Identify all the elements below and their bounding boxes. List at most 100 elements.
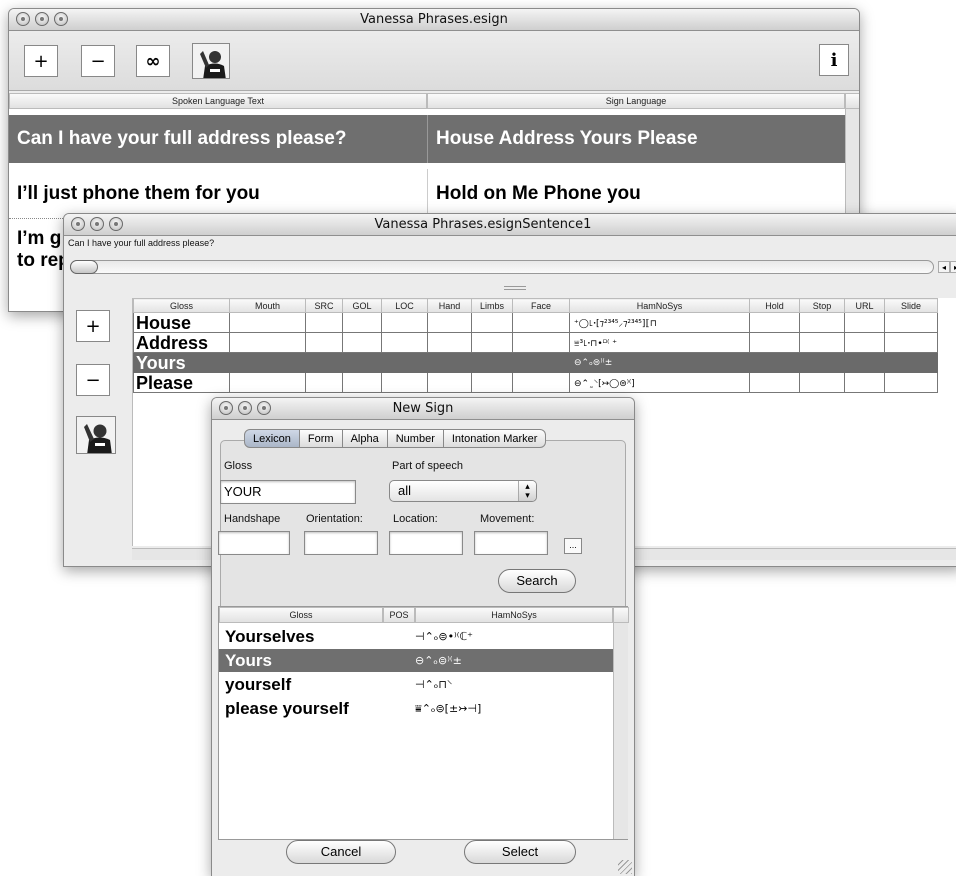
src-cell[interactable] <box>305 372 343 393</box>
hand-cell[interactable] <box>427 312 472 333</box>
stop-cell[interactable] <box>799 372 845 393</box>
main-window-titlebar[interactable]: Vanessa Phrases.esign <box>9 9 859 31</box>
slide-cell[interactable] <box>884 352 938 373</box>
more-options-button[interactable]: ... <box>564 538 582 554</box>
src-cell[interactable] <box>305 312 343 333</box>
new-sign-titlebar[interactable]: New Sign <box>212 398 634 420</box>
zoom-window-button[interactable] <box>54 12 68 26</box>
col-gloss[interactable]: Gloss <box>133 298 230 313</box>
col-slide[interactable]: Slide <box>884 298 938 313</box>
remove-sign-button[interactable]: − <box>76 364 110 396</box>
sign-language-column-header[interactable]: Sign Language <box>427 93 845 109</box>
slide-cell[interactable] <box>884 312 938 333</box>
url-cell[interactable] <box>844 352 885 373</box>
results-pos-header[interactable]: POS <box>383 607 415 623</box>
mouth-cell[interactable] <box>229 312 306 333</box>
gol-cell[interactable] <box>342 312 382 333</box>
gol-cell[interactable] <box>342 352 382 373</box>
url-cell[interactable] <box>844 312 885 333</box>
gloss-row[interactable]: Address ⩸³꜖ꞏ⊓•⸋⁽ ⁺ <box>133 332 938 353</box>
mouth-cell[interactable] <box>229 332 306 353</box>
hold-cell[interactable] <box>749 312 800 333</box>
minimize-window-button[interactable] <box>35 12 49 26</box>
sentence-avatar-button[interactable] <box>76 416 116 454</box>
spoken-text-column-header[interactable]: Spoken Language Text <box>9 93 427 109</box>
minimize-window-button[interactable] <box>90 217 104 231</box>
cancel-button[interactable]: Cancel <box>286 840 396 864</box>
tab-intonation-marker[interactable]: Intonation Marker <box>443 429 547 448</box>
col-stop[interactable]: Stop <box>799 298 845 313</box>
col-gol[interactable]: GOL <box>342 298 382 313</box>
hamnosys-cell[interactable]: ⊖⌃ₒ⊜⁾⁽± <box>569 352 750 373</box>
limbs-cell[interactable] <box>471 332 513 353</box>
gloss-cell[interactable]: House <box>133 312 230 333</box>
loc-cell[interactable] <box>381 372 428 393</box>
sentence-window-titlebar[interactable]: Vanessa Phrases.esignSentence1 <box>64 214 956 236</box>
tab-lexicon[interactable]: Lexicon <box>244 429 300 448</box>
add-sign-button[interactable]: + <box>76 310 110 342</box>
result-item[interactable]: Yourselves ⊣⌃ₒ⊜•⁾⁽ℂ⁺ <box>219 625 613 648</box>
handshape-field[interactable] <box>218 531 290 555</box>
hand-cell[interactable] <box>427 332 472 353</box>
zoom-window-button[interactable] <box>109 217 123 231</box>
gloss-cell[interactable]: Yours <box>133 352 230 373</box>
hold-cell[interactable] <box>749 372 800 393</box>
url-cell[interactable] <box>844 332 885 353</box>
add-phrase-button[interactable]: + <box>24 45 58 77</box>
hold-cell[interactable] <box>749 332 800 353</box>
zoom-window-button[interactable] <box>257 401 271 415</box>
info-button[interactable]: i <box>819 44 849 76</box>
col-url[interactable]: URL <box>844 298 885 313</box>
result-item[interactable]: please yourself ⩸⌃ₒ⊜[±↣⊣] <box>219 697 613 720</box>
results-gloss-header[interactable]: Gloss <box>219 607 383 623</box>
remove-phrase-button[interactable]: − <box>81 45 115 77</box>
stop-cell[interactable] <box>799 312 845 333</box>
gol-cell[interactable] <box>342 332 382 353</box>
face-cell[interactable] <box>512 332 570 353</box>
timeline-scroll-right-arrow[interactable]: ▸ <box>950 261 956 273</box>
mouth-cell[interactable] <box>229 352 306 373</box>
part-of-speech-select[interactable]: all ▴ ▾ <box>389 480 537 502</box>
loop-button[interactable]: ∞ <box>136 45 170 77</box>
phrase-row-spoken[interactable]: I’ll just phone them for you <box>9 169 427 219</box>
avatar-button[interactable] <box>192 43 230 79</box>
stop-cell[interactable] <box>799 332 845 353</box>
phrase-row-spoken-continued[interactable]: to rep <box>9 249 70 273</box>
result-item-selected[interactable]: Yours ⊖⌃ₒ⊜⁾⁽± <box>219 649 613 672</box>
tab-form[interactable]: Form <box>299 429 343 448</box>
split-pane-handle[interactable] <box>504 286 526 290</box>
close-window-button[interactable] <box>16 12 30 26</box>
src-cell[interactable] <box>305 332 343 353</box>
phrase-row-sign[interactable]: Hold on Me Phone you <box>427 169 845 219</box>
resize-grip-icon[interactable] <box>618 860 632 874</box>
gol-cell[interactable] <box>342 372 382 393</box>
limbs-cell[interactable] <box>471 352 513 373</box>
tab-alpha[interactable]: Alpha <box>342 429 388 448</box>
select-button[interactable]: Select <box>464 840 576 864</box>
hamnosys-cell[interactable]: ⊖⌃˷⸌[↣◯⊜⁾⁽] <box>569 372 750 393</box>
col-loc[interactable]: LOC <box>381 298 428 313</box>
result-item[interactable]: yourself ⊣⌃ₒ⊓⸌ <box>219 673 613 696</box>
tab-number[interactable]: Number <box>387 429 444 448</box>
col-hamnosys[interactable]: HamNoSys <box>569 298 750 313</box>
loc-cell[interactable] <box>381 332 428 353</box>
col-mouth[interactable]: Mouth <box>229 298 306 313</box>
col-hold[interactable]: Hold <box>749 298 800 313</box>
gloss-row[interactable]: House ⁺◯꜖ꞏ[⁊²³⁴⁵⸝⁊²³⁴⁵]⟦⊓ <box>133 312 938 333</box>
mouth-cell[interactable] <box>229 372 306 393</box>
col-limbs[interactable]: Limbs <box>471 298 513 313</box>
url-cell[interactable] <box>844 372 885 393</box>
limbs-cell[interactable] <box>471 312 513 333</box>
gloss-input[interactable]: YOUR <box>220 480 356 504</box>
col-src[interactable]: SRC <box>305 298 343 313</box>
gloss-row-selected[interactable]: Yours ⊖⌃ₒ⊜⁾⁽± <box>133 352 938 373</box>
slide-cell[interactable] <box>884 332 938 353</box>
gloss-cell[interactable]: Please <box>133 372 230 393</box>
timeline-slider-thumb[interactable] <box>70 260 98 274</box>
stop-cell[interactable] <box>799 352 845 373</box>
phrase-row-spoken[interactable]: I’m g <box>9 227 61 251</box>
face-cell[interactable] <box>512 372 570 393</box>
hold-cell[interactable] <box>749 352 800 373</box>
loc-cell[interactable] <box>381 312 428 333</box>
col-face[interactable]: Face <box>512 298 570 313</box>
